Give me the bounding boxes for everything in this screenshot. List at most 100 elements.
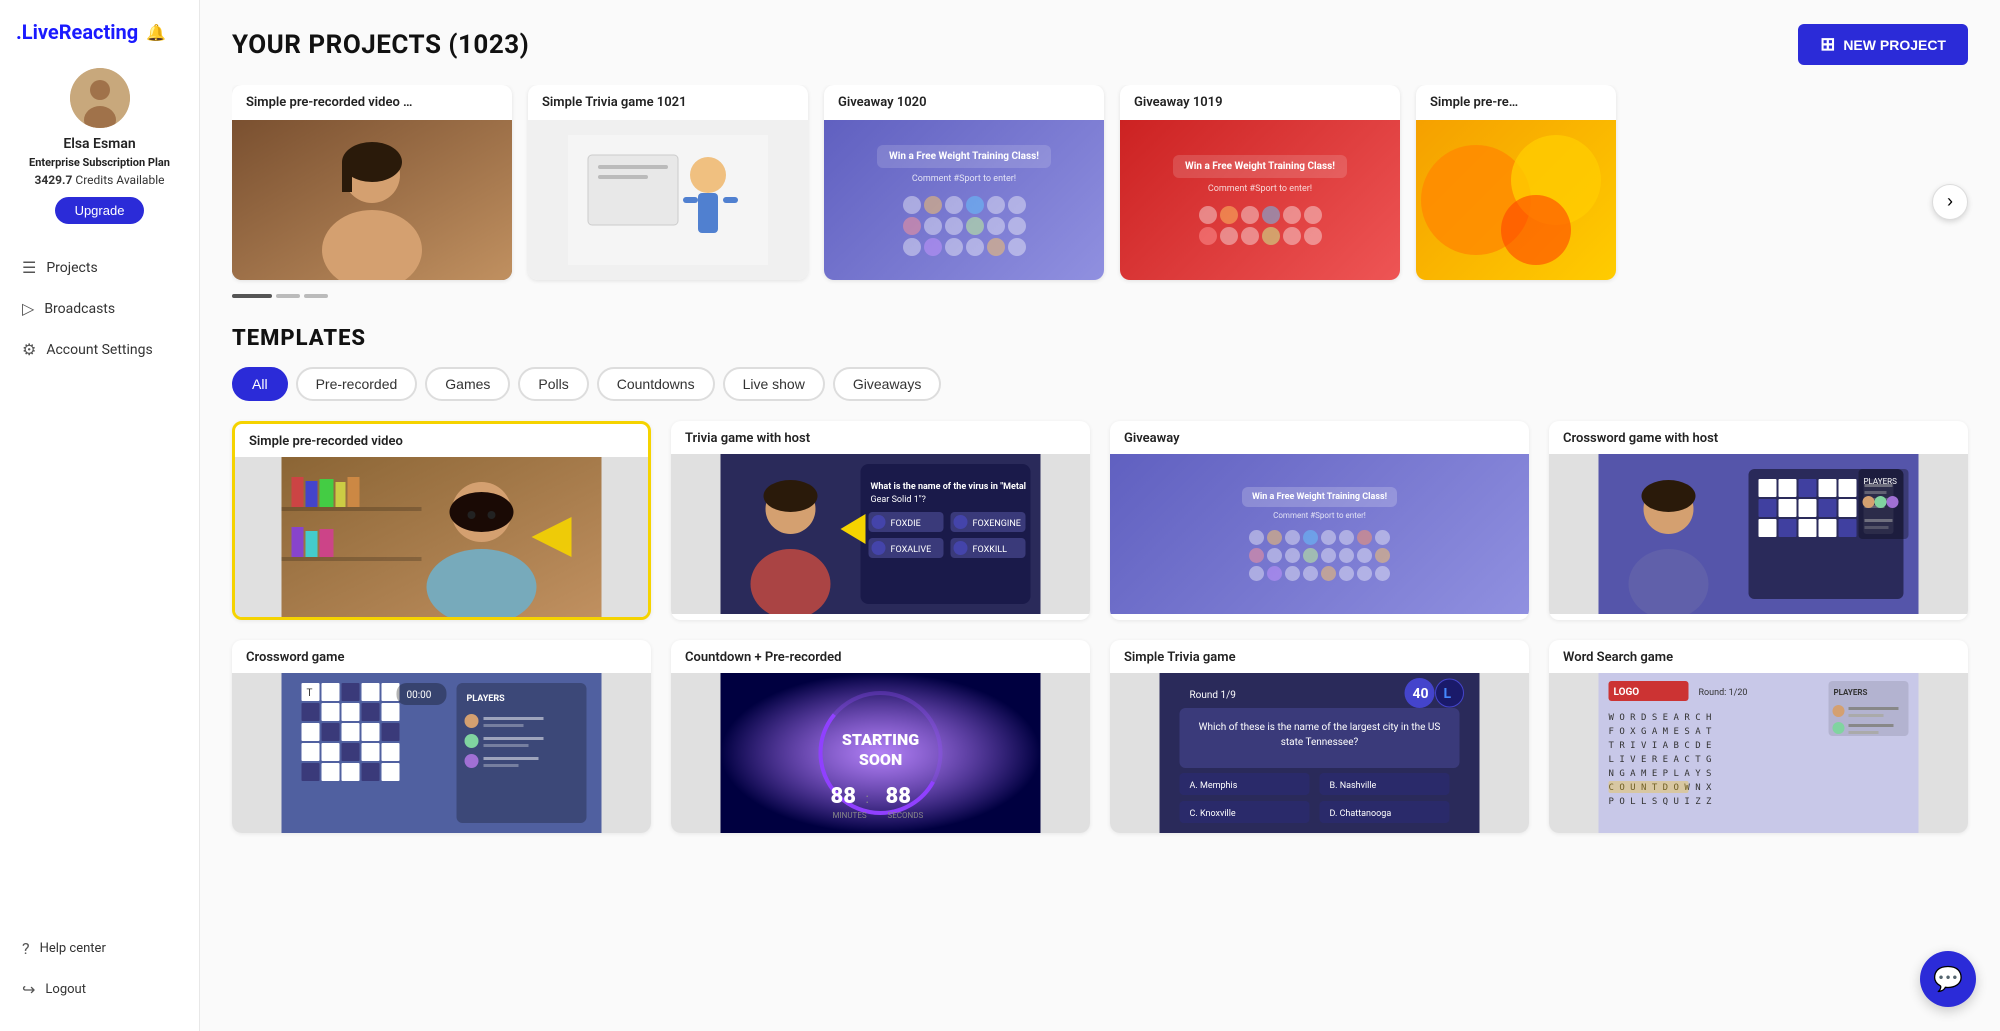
scroll-dot <box>304 294 328 298</box>
svg-text:88: 88 <box>831 784 857 809</box>
sidebar: .LiveReacting 🔔 Elsa Esman Enterprise Su… <box>0 0 200 1031</box>
svg-text:P O L L S Q U I Z Z: P O L L S Q U I Z Z <box>1609 797 1713 807</box>
template-image: What is the name of the virus in "Metal … <box>671 454 1090 614</box>
template-title: Crossword game <box>232 640 651 673</box>
svg-text:T R I V I A B C D E: T R I V I A B C D E <box>1609 741 1712 751</box>
scroll-dot <box>276 294 300 298</box>
sidebar-item-help-label: Help center <box>40 941 106 956</box>
sidebar-item-broadcasts-label: Broadcasts <box>44 301 115 317</box>
svg-text:40: 40 <box>1413 686 1429 702</box>
project-card[interactable]: Simple pre-re… <box>1416 85 1616 280</box>
settings-icon: ⚙ <box>22 340 36 359</box>
projects-icon: ☰ <box>22 258 36 277</box>
template-image: T <box>232 673 651 833</box>
svg-text:N G A M E P L A Y S: N G A M E P L A Y S <box>1609 769 1712 779</box>
project-card-image <box>232 120 512 280</box>
template-image: LOGO Round: 1/20 PLAYERS <box>1549 673 1968 833</box>
help-icon: ? <box>22 939 30 958</box>
project-card[interactable]: Simple Trivia game 1021 <box>528 85 808 280</box>
project-card-image <box>1416 120 1616 280</box>
sidebar-item-projects-label: Projects <box>46 260 97 276</box>
svg-text:Round 1/9: Round 1/9 <box>1190 690 1236 701</box>
sidebar-bottom: ? Help center ↪ Logout <box>0 929 199 1011</box>
projects-carousel-wrapper: Simple pre-recorded video … <box>232 85 1968 298</box>
project-card-title: Simple pre-re… <box>1416 85 1616 120</box>
user-plan: Enterprise Subscription Plan <box>19 156 180 169</box>
plan-label: Subscription Plan <box>83 156 170 169</box>
filter-tab-live-show[interactable]: Live show <box>723 367 825 401</box>
template-image: Win a Free Weight Training Class! Commen… <box>1110 454 1529 614</box>
svg-text:T: T <box>307 688 313 699</box>
template-title: Word Search game <box>1549 640 1968 673</box>
project-card[interactable]: Giveaway 1020 Win a Free Weight Training… <box>824 85 1104 280</box>
templates-section-title: TEMPLATES <box>232 326 1968 351</box>
filter-tab-polls[interactable]: Polls <box>518 367 588 401</box>
template-card-giveaway[interactable]: Giveaway Win a Free Weight Training Clas… <box>1110 421 1529 620</box>
new-project-label: NEW PROJECT <box>1843 37 1946 53</box>
user-credits: 3429.7 Credits Available <box>35 173 165 187</box>
template-title: Giveaway <box>1110 421 1529 454</box>
project-card[interactable]: Simple pre-recorded video … <box>232 85 512 280</box>
template-card-crossword-game[interactable]: Crossword game T <box>232 640 651 833</box>
svg-text:Which of these is the name of: Which of these is the name of the larges… <box>1199 721 1441 733</box>
project-card-title: Giveaway 1019 <box>1120 85 1400 120</box>
template-image: STARTING SOON 88 : 88 MINUTES SECONDS <box>671 673 1090 833</box>
template-card-countdown[interactable]: Countdown + Pre-recorded <box>671 640 1090 833</box>
template-image: Round 1/9 40 L Which of these is the nam… <box>1110 673 1529 833</box>
svg-text:Round: 1/20: Round: 1/20 <box>1699 688 1748 698</box>
page-header: YOUR PROJECTS (1023) ⊞ NEW PROJECT <box>232 24 1968 65</box>
template-title: Countdown + Pre-recorded <box>671 640 1090 673</box>
plan-type: Enterprise <box>29 156 80 169</box>
logo-text: .LiveReacting <box>16 20 138 44</box>
template-card-simple-trivia[interactable]: Simple Trivia game Round 1/9 40 L <box>1110 640 1529 833</box>
project-card-title: Giveaway 1020 <box>824 85 1104 120</box>
page-title: YOUR PROJECTS (1023) <box>232 30 529 60</box>
carousel-next-button[interactable]: › <box>1932 184 1968 220</box>
sidebar-item-projects[interactable]: ☰ Projects <box>10 248 189 287</box>
filter-tab-pre-recorded[interactable]: Pre-recorded <box>296 367 418 401</box>
svg-text:SOON: SOON <box>859 750 902 769</box>
template-image <box>235 457 648 617</box>
svg-text:D. Chattanooga: D. Chattanooga <box>1330 809 1392 819</box>
filter-tab-all[interactable]: All <box>232 367 288 401</box>
project-card-image: Win a Free Weight Training Class! Commen… <box>1120 120 1400 280</box>
project-card-image <box>528 120 808 280</box>
scroll-indicator <box>232 294 1968 298</box>
svg-text:PLAYERS: PLAYERS <box>1834 688 1868 697</box>
template-title: Simple Trivia game <box>1110 640 1529 673</box>
notification-icon[interactable]: 🔔 <box>146 23 166 42</box>
upgrade-button[interactable]: Upgrade <box>55 197 145 224</box>
new-project-button[interactable]: ⊞ NEW PROJECT <box>1798 24 1968 65</box>
projects-carousel[interactable]: Simple pre-recorded video … <box>232 85 1968 288</box>
template-card-pre-recorded-video[interactable]: Simple pre-recorded video <box>232 421 651 620</box>
sidebar-item-help[interactable]: ? Help center <box>10 929 189 968</box>
filter-tab-countdowns[interactable]: Countdowns <box>597 367 715 401</box>
template-card-trivia-host[interactable]: Trivia game with host What is the name o… <box>671 421 1090 620</box>
svg-text:00:00: 00:00 <box>407 690 432 701</box>
filter-tab-games[interactable]: Games <box>425 367 510 401</box>
sidebar-item-broadcasts[interactable]: ▷ Broadcasts <box>10 289 189 328</box>
project-card[interactable]: Giveaway 1019 Win a Free Weight Training… <box>1120 85 1400 280</box>
filter-tab-giveaways[interactable]: Giveaways <box>833 367 941 401</box>
svg-text:C. Knoxville: C. Knoxville <box>1190 809 1236 819</box>
scroll-dot <box>232 294 272 298</box>
sidebar-item-logout-label: Logout <box>45 982 86 997</box>
broadcasts-icon: ▷ <box>22 299 34 318</box>
svg-text:LOGO: LOGO <box>1614 687 1640 698</box>
svg-text:What is the name of the virus: What is the name of the virus in "Metal <box>871 482 1027 492</box>
template-title: Crossword game with host <box>1549 421 1968 454</box>
svg-text:FOXDIE: FOXDIE <box>891 519 921 529</box>
sidebar-item-account-settings[interactable]: ⚙ Account Settings <box>10 330 189 369</box>
sidebar-item-logout[interactable]: ↪ Logout <box>10 970 189 1009</box>
main-content: YOUR PROJECTS (1023) ⊞ NEW PROJECT Simpl… <box>200 0 2000 1031</box>
templates-section: TEMPLATES All Pre-recorded Games Polls C… <box>232 326 1968 833</box>
template-card-crossword-host[interactable]: Crossword game with host <box>1549 421 1968 620</box>
user-name: Elsa Esman <box>63 136 135 152</box>
svg-text:FOXKILL: FOXKILL <box>973 545 1008 555</box>
filter-tabs: All Pre-recorded Games Polls Countdowns … <box>232 367 1968 401</box>
svg-text:PLAYERS: PLAYERS <box>467 694 506 704</box>
svg-text:SECONDS: SECONDS <box>888 811 924 820</box>
template-card-word-search[interactable]: Word Search game LOGO Round: 1/20 PLAYER… <box>1549 640 1968 833</box>
chat-bubble-button[interactable]: 💬 <box>1920 951 1976 1007</box>
svg-text::: : <box>866 791 869 807</box>
